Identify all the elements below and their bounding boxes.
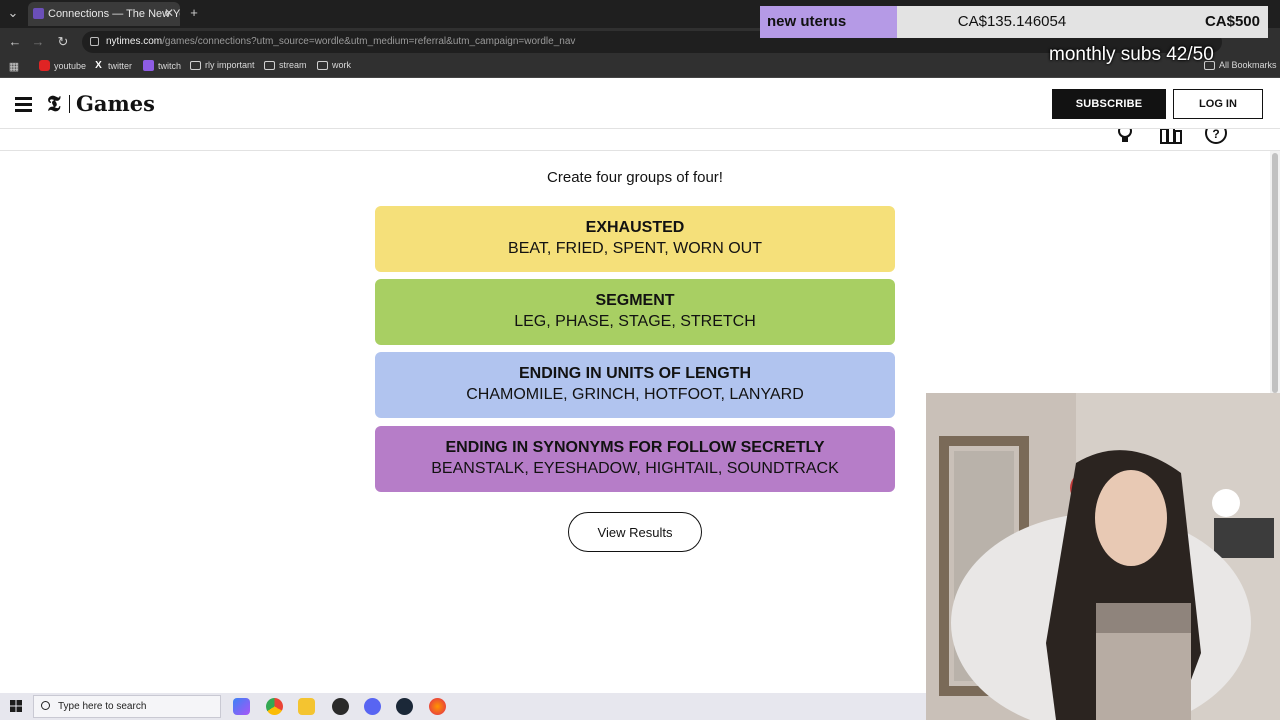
tab-search-icon[interactable]: ⌄ xyxy=(4,4,22,22)
steam-icon[interactable] xyxy=(396,698,413,715)
tab-title: Connections — The New York T xyxy=(48,8,180,20)
discord-icon[interactable] xyxy=(364,698,381,715)
file-explorer-icon[interactable] xyxy=(298,698,315,715)
goal-label: new uterus xyxy=(760,6,897,38)
subscribe-button[interactable]: SUBSCRIBE xyxy=(1052,89,1166,119)
folder-icon xyxy=(264,60,275,70)
group-title: SEGMENT xyxy=(595,292,675,309)
site-info-icon[interactable] xyxy=(90,37,99,46)
webcam-feed xyxy=(926,393,1280,720)
bookmark-folder-stream[interactable]: stream xyxy=(264,60,307,70)
chrome-icon[interactable] xyxy=(266,698,283,715)
solved-group-1: EXHAUSTED BEAT, FRIED, SPENT, WORN OUT xyxy=(375,206,895,272)
group-title: EXHAUSTED xyxy=(585,219,685,236)
twitch-icon xyxy=(143,60,154,71)
taskbar: Type here to search xyxy=(0,693,926,720)
bookmark-label: twitch xyxy=(158,60,182,71)
goal-target: CA$500 xyxy=(1204,13,1260,30)
search-icon xyxy=(41,701,50,710)
all-bookmarks-label: All Bookmarks xyxy=(1219,60,1277,70)
solved-group-3: ENDING IN UNITS OF LENGTH CHAMOMILE, GRI… xyxy=(375,352,895,418)
site-header: 𝕿 Games SUBSCRIBE LOG IN xyxy=(0,79,1280,129)
bookmark-label: stream xyxy=(279,60,307,70)
windows-start-icon[interactable] xyxy=(10,700,22,712)
webcam-image xyxy=(926,393,1280,720)
search-placeholder: Type here to search xyxy=(58,701,147,712)
goal-current: CA$135.146054 xyxy=(957,13,1067,30)
game-prompt: Create four groups of four! xyxy=(547,169,723,186)
folder-icon xyxy=(317,60,328,70)
obs-icon[interactable] xyxy=(332,698,349,715)
group-words: BEANSTALK, EYESHADOW, HIGHTAIL, SOUNDTRA… xyxy=(431,460,839,477)
subs-counter: monthly subs 42/50 xyxy=(1049,44,1214,65)
group-words: BEAT, FRIED, SPENT, WORN OUT xyxy=(508,240,762,257)
tab-connections[interactable]: Connections — The New York T ✕ xyxy=(28,2,180,26)
bookmark-label: youtube xyxy=(54,60,87,71)
youtube-icon xyxy=(39,60,50,71)
solved-group-2: SEGMENT LEG, PHASE, STAGE, STRETCH xyxy=(375,279,895,345)
copilot-icon[interactable] xyxy=(233,698,250,715)
bookmark-label: twitter xyxy=(108,60,133,71)
all-bookmarks[interactable]: All Bookmarks xyxy=(1204,60,1277,70)
games-logo[interactable]: Games xyxy=(76,91,155,116)
stats-icon[interactable] xyxy=(1159,129,1183,145)
taskbar-search-input[interactable]: Type here to search xyxy=(33,695,221,718)
bookmark-folder-rly-important[interactable]: rly important xyxy=(190,60,255,70)
bookmark-youtube[interactable]: youtube xyxy=(39,60,86,71)
firefox-icon[interactable] xyxy=(429,698,446,715)
bookmark-folder-work[interactable]: work xyxy=(317,60,351,70)
svg-text:?: ? xyxy=(1212,129,1219,141)
bookmark-twitter[interactable]: Xtwitter xyxy=(93,60,132,71)
menu-icon[interactable] xyxy=(15,97,32,112)
solved-group-4: ENDING IN SYNONYMS FOR FOLLOW SECRETLY B… xyxy=(375,426,895,492)
close-icon[interactable]: ✕ xyxy=(164,6,174,20)
bookmark-twitch[interactable]: twitch xyxy=(143,60,181,71)
reload-icon[interactable]: ↻ xyxy=(54,33,72,51)
logo-divider xyxy=(69,95,70,113)
scrollbar-thumb[interactable] xyxy=(1272,153,1278,393)
x-icon: X xyxy=(95,60,102,71)
group-words: LEG, PHASE, STAGE, STRETCH xyxy=(514,313,756,330)
view-results-button[interactable]: View Results xyxy=(568,512,702,552)
url-host: nytimes.com xyxy=(106,36,163,47)
game-toolbar: ? xyxy=(0,129,1280,151)
bookmark-label: work xyxy=(332,60,352,70)
url-path: /games/connections?utm_source=wordle&utm… xyxy=(162,36,576,47)
new-tab-icon[interactable]: + xyxy=(185,4,203,22)
back-icon[interactable]: ← xyxy=(6,33,24,51)
group-title: ENDING IN UNITS OF LENGTH xyxy=(519,365,751,382)
nyt-logo-icon[interactable]: 𝕿 xyxy=(47,91,61,117)
help-icon[interactable]: ? xyxy=(1204,129,1228,145)
bookmark-label: rly important xyxy=(205,60,255,70)
group-words: CHAMOMILE, GRINCH, HOTFOOT, LANYARD xyxy=(466,386,804,403)
folder-icon xyxy=(190,60,201,70)
connections-favicon-icon xyxy=(33,8,44,19)
forward-icon[interactable]: → xyxy=(29,33,47,51)
hint-bulb-icon[interactable] xyxy=(1113,129,1137,145)
group-title: ENDING IN SYNONYMS FOR FOLLOW SECRETLY xyxy=(445,439,825,456)
apps-grid-icon[interactable]: ▦ xyxy=(5,58,23,76)
donation-goal-bar: new uterus CA$135.146054 CA$500 xyxy=(760,6,1268,38)
login-button[interactable]: LOG IN xyxy=(1173,89,1263,119)
